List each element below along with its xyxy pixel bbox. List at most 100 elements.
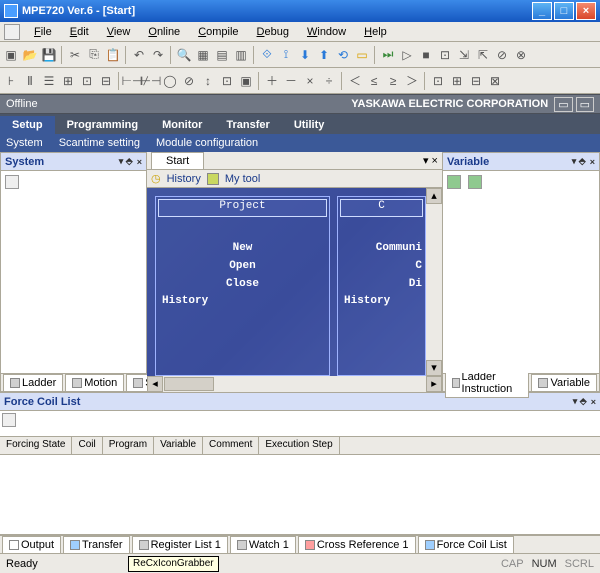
divide-icon[interactable]: ÷ (320, 72, 338, 90)
vscrollbar[interactable]: ▴ ▾ (426, 188, 442, 376)
status-btn-1[interactable]: ▭ (554, 97, 572, 112)
project-close[interactable]: Close (156, 275, 329, 293)
menu-view[interactable]: View (99, 24, 139, 40)
tool-icon[interactable]: ▥ (232, 46, 250, 64)
menu-window[interactable]: Window (299, 24, 354, 40)
subtab-system[interactable]: System (6, 137, 43, 149)
menu-help[interactable]: Help (356, 24, 395, 40)
scroll-up-icon[interactable]: ▴ (426, 188, 442, 204)
module-icon[interactable]: ▭ (353, 46, 371, 64)
status-btn-2[interactable]: ▭ (576, 97, 594, 112)
project-new[interactable]: New (156, 239, 329, 257)
scroll-thumb[interactable] (164, 377, 214, 391)
breaklist-icon[interactable]: ⊗ (512, 46, 530, 64)
sort-icon[interactable]: ↕ (199, 72, 217, 90)
series-icon[interactable]: ⊞ (59, 72, 77, 90)
write-icon[interactable]: ⬇ (296, 46, 314, 64)
project-icon[interactable]: ▤ (213, 46, 231, 64)
controller-c[interactable]: C (338, 257, 425, 275)
coil-icon[interactable]: ◯ (161, 72, 179, 90)
tab-monitor[interactable]: Monitor (150, 116, 214, 134)
cut-icon[interactable]: ✂ (66, 46, 84, 64)
controller-communi[interactable]: Communi (338, 239, 425, 257)
ncontact-icon[interactable]: ⊬⊣ (142, 72, 160, 90)
col-coil[interactable]: Coil (72, 437, 102, 454)
online-icon[interactable]: ⟟ (277, 46, 295, 64)
menu-edit[interactable]: Edit (62, 24, 97, 40)
system-tree-icon[interactable] (5, 175, 19, 189)
menu-file[interactable]: File (26, 24, 60, 40)
btab-ladder[interactable]: Ladder (3, 374, 63, 392)
tab-utility[interactable]: Utility (282, 116, 337, 134)
project-open[interactable]: Open (156, 257, 329, 275)
save-icon[interactable]: 💾 (40, 46, 58, 64)
block-d-icon[interactable]: ⊠ (486, 72, 504, 90)
le-icon[interactable]: ≤ (365, 72, 383, 90)
func-icon[interactable]: ⊡ (218, 72, 236, 90)
rung-icon[interactable]: ⊦ (2, 72, 20, 90)
stepout-icon[interactable]: ⇱ (474, 46, 492, 64)
times-icon[interactable]: × (301, 72, 319, 90)
block-b-icon[interactable]: ⊞ (448, 72, 466, 90)
controller-di[interactable]: Di (338, 275, 425, 293)
redo-icon[interactable]: ↷ (149, 46, 167, 64)
tab-setup[interactable]: Setup (0, 116, 55, 134)
undo-icon[interactable]: ↶ (130, 46, 148, 64)
subtab-scantime[interactable]: Scantime setting (59, 137, 140, 149)
run-icon[interactable]: ⏭ (379, 46, 397, 64)
minus-icon[interactable]: － (282, 72, 300, 90)
scroll-right-icon[interactable]: ▸ (426, 376, 442, 392)
history-link[interactable]: History (167, 173, 201, 185)
gt-icon[interactable]: ＞ (403, 72, 421, 90)
col-forcing[interactable]: Forcing State (0, 437, 72, 454)
scroll-left-icon[interactable]: ◂ (147, 376, 163, 392)
break-icon[interactable]: ⊘ (493, 46, 511, 64)
tab-programming[interactable]: Programming (55, 116, 151, 134)
otab-cross[interactable]: Cross Reference 1 (298, 536, 416, 554)
mytool-link[interactable]: My tool (225, 173, 260, 185)
tab-transfer[interactable]: Transfer (214, 116, 281, 134)
subtab-module[interactable]: Module configuration (156, 137, 258, 149)
branch-icon[interactable]: ☰ (40, 72, 58, 90)
paste-icon[interactable]: 📋 (104, 46, 122, 64)
play-icon[interactable]: ▷ (398, 46, 416, 64)
contact-icon[interactable]: ⊢⊣ (123, 72, 141, 90)
otab-transfer[interactable]: Transfer (63, 536, 130, 554)
close-button[interactable]: × (576, 2, 596, 20)
funcblk-icon[interactable]: ▣ (237, 72, 255, 90)
force-tool-icon[interactable] (2, 413, 16, 427)
col-variable[interactable]: Variable (154, 437, 203, 454)
col-program[interactable]: Program (103, 437, 154, 454)
stepinto-icon[interactable]: ⇲ (455, 46, 473, 64)
copy-icon[interactable]: ⎘ (85, 46, 103, 64)
col-exec[interactable]: Execution Step (259, 437, 339, 454)
pin-icon[interactable]: ▾ ⬘ (119, 156, 133, 167)
menu-online[interactable]: Online (140, 24, 188, 40)
plus-icon[interactable]: ＋ (263, 72, 281, 90)
read-icon[interactable]: ⬆ (315, 46, 333, 64)
hscrollbar[interactable]: ◂ ▸ (147, 376, 442, 392)
col-comment[interactable]: Comment (203, 437, 259, 454)
variable-refresh-icon[interactable] (468, 175, 482, 189)
find-icon[interactable]: 🔍 (175, 46, 193, 64)
otab-output[interactable]: Output (2, 536, 61, 554)
stop-icon[interactable]: ■ (417, 46, 435, 64)
monitor-icon[interactable]: ⟲ (334, 46, 352, 64)
maximize-button[interactable]: □ (554, 2, 574, 20)
doc-pin-icon[interactable]: ▾ × (419, 152, 442, 169)
block-c-icon[interactable]: ⊟ (467, 72, 485, 90)
btab-variable[interactable]: Variable (531, 374, 597, 392)
close-panel-icon[interactable]: × (590, 157, 595, 167)
btab-motion[interactable]: Motion (65, 374, 124, 392)
otab-register[interactable]: Register List 1 (132, 536, 228, 554)
ncoil-icon[interactable]: ⊘ (180, 72, 198, 90)
tool-a-icon[interactable]: ⊡ (78, 72, 96, 90)
menu-compile[interactable]: Compile (190, 24, 246, 40)
otab-force[interactable]: Force Coil List (418, 536, 514, 554)
scroll-down-icon[interactable]: ▾ (426, 360, 442, 376)
variable-add-icon[interactable] (447, 175, 461, 189)
otab-watch[interactable]: Watch 1 (230, 536, 296, 554)
pin-icon[interactable]: ▾ ⬘ (572, 156, 586, 167)
open-icon[interactable]: 📂 (21, 46, 39, 64)
system-menu-icon[interactable] (4, 24, 20, 40)
